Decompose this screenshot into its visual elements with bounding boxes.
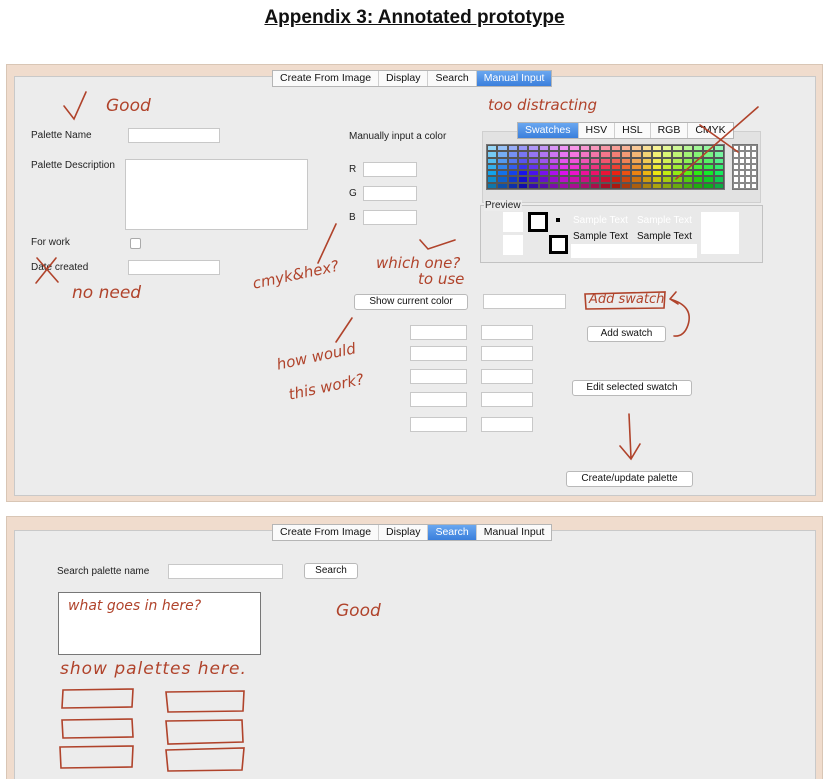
pointer-how-would (335, 317, 353, 343)
annotation-show-palettes: show palettes here. (60, 659, 247, 679)
annotation-good-bottom: Good (336, 601, 381, 621)
annotation-add-swatch: Add swatch (589, 292, 665, 307)
placeholder-box-4 (165, 719, 244, 745)
arrow-down (619, 413, 641, 461)
checkmark-which-one (419, 239, 456, 250)
placeholder-box-2 (165, 690, 245, 713)
placeholder-box-5 (59, 745, 134, 769)
cross-swatch-grid (675, 106, 759, 180)
annotation-to-use: to use (418, 270, 465, 288)
annotation-what-goes: what goes in here? (68, 598, 202, 614)
placeholder-box-6 (165, 747, 245, 772)
annotation-no-need: no need (72, 283, 142, 303)
checkmark-good (63, 91, 87, 121)
placeholder-box-3 (61, 718, 134, 739)
placeholder-box-1 (61, 688, 134, 709)
annotation-too-distracting: too distracting (488, 96, 598, 114)
annotation-good-top: Good (106, 96, 151, 116)
cross-date-created (35, 257, 59, 284)
arrow-loop (669, 291, 690, 337)
